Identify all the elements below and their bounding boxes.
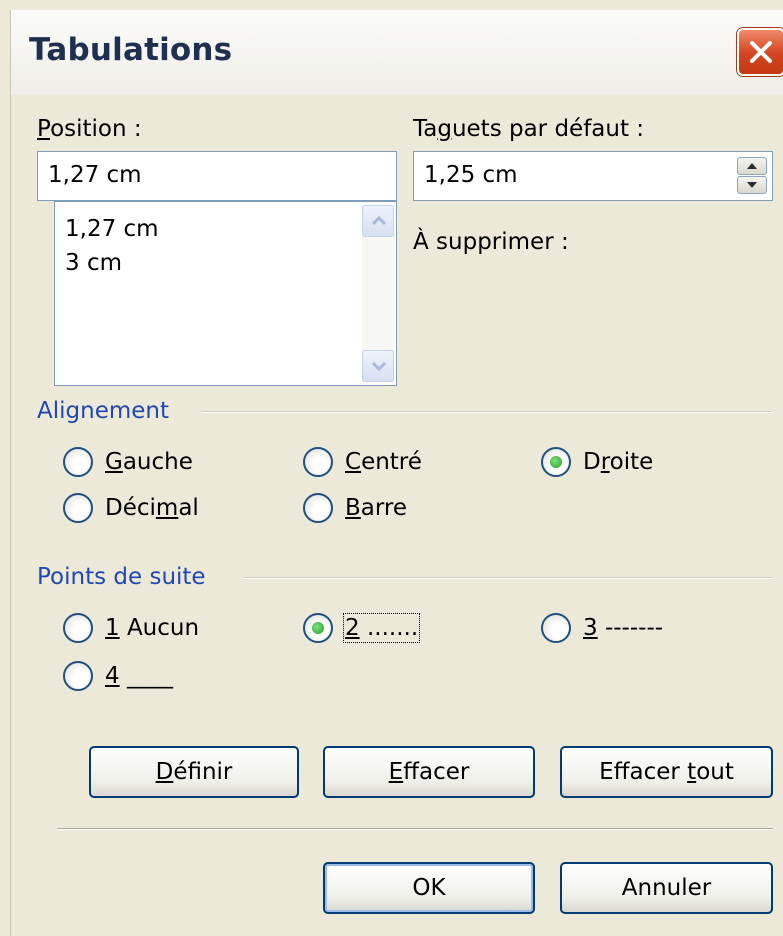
radio-align-right-label[interactable]: Droite [583,449,653,475]
default-tabs-value: 1,25 cm [424,162,518,188]
spin-down-button[interactable] [737,176,767,194]
cancel-button[interactable]: Annuler [560,862,773,914]
button-separator [57,828,773,830]
close-button[interactable] [737,28,783,76]
radio-leader-none-label[interactable]: 1 Aucun [105,615,199,641]
scroll-down-button[interactable] [362,350,394,382]
alignment-group-label: Alignement [37,398,169,424]
radio-align-right[interactable] [541,447,571,477]
radio-align-decimal[interactable] [63,493,93,523]
position-label: Position : [37,116,142,142]
list-item[interactable]: 3 cm [65,250,122,276]
radio-leader-none[interactable] [63,613,93,643]
radio-align-center[interactable] [303,447,333,477]
radio-leader-underline-label[interactable]: 4 ____ [105,663,173,689]
radio-checked-dot [312,622,324,634]
arrow-down-icon [747,182,757,188]
leader-divider [243,577,773,579]
clear-all-button[interactable]: Effacer tout [560,746,773,798]
default-tabs-spinner[interactable]: 1,25 cm [413,151,773,201]
radio-align-bar-label[interactable]: Barre [345,495,407,521]
radio-leader-underline[interactable] [63,661,93,691]
radio-align-left[interactable] [63,447,93,477]
radio-leader-dots[interactable] [303,613,333,643]
radio-align-bar[interactable] [303,493,333,523]
dialog-title: Tabulations [29,32,233,68]
position-value: 1,27 cm [48,162,142,188]
radio-align-decimal-label[interactable]: Décimal [105,495,199,521]
close-icon [750,41,772,63]
radio-leader-dots-label[interactable]: 2 ....... [342,613,421,643]
radio-align-center-label[interactable]: Centré [345,449,422,475]
default-tabs-label: Taguets par défaut : [413,116,645,142]
define-button[interactable]: Définir [89,746,299,798]
list-scrollbar[interactable] [362,205,394,382]
radio-checked-dot [550,456,562,468]
scroll-up-button[interactable] [362,205,394,237]
alignment-divider [201,411,773,413]
radio-align-left-label[interactable]: Gauche [105,449,193,475]
clear-button[interactable]: Effacer [323,746,535,798]
to-delete-label: À supprimer : [413,229,569,255]
position-input[interactable]: 1,27 cm [37,151,397,201]
arrow-up-icon [747,163,757,169]
leader-group-label: Points de suite [37,564,206,590]
spin-up-button[interactable] [737,157,767,175]
radio-leader-dashes[interactable] [541,613,571,643]
ok-button[interactable]: OK [323,862,535,914]
spin-buttons[interactable] [737,157,767,195]
radio-leader-dashes-label[interactable]: 3 ------- [583,615,663,641]
list-item[interactable]: 1,27 cm [65,216,159,242]
chevron-up-icon [371,216,387,226]
tabs-dialog: Tabulations Position : 1,27 cm 1,27 cm 3… [10,10,783,936]
position-list[interactable]: 1,27 cm 3 cm [54,201,397,386]
title-bar[interactable]: Tabulations [11,10,783,94]
chevron-down-icon [371,361,387,371]
